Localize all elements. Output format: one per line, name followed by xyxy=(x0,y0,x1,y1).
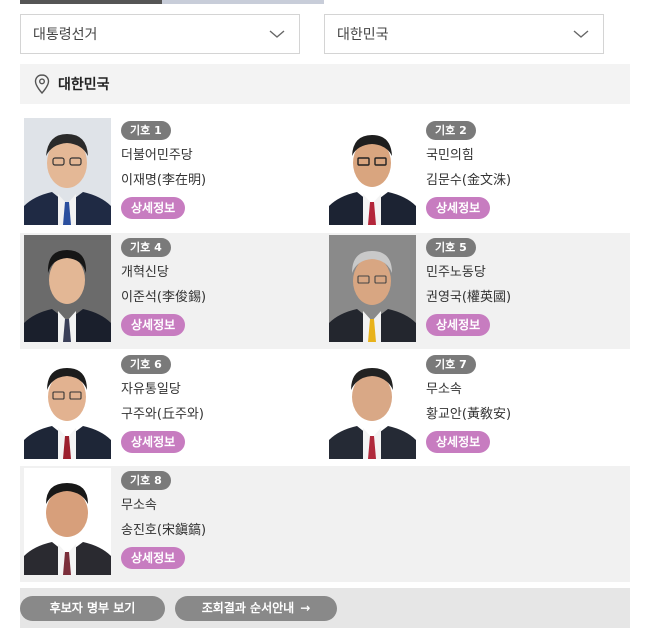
bottom-action-bar: 후보자 명부 보기 조회결과 순서안내 → xyxy=(20,588,630,628)
tab-indicator-active[interactable] xyxy=(20,0,162,4)
candidate-info: 기호 2 국민의힘 김문수(金文洙) 상세정보 xyxy=(426,119,511,219)
candidate-number-badge: 기호 5 xyxy=(426,238,476,257)
candidate-number-badge: 기호 6 xyxy=(121,355,171,374)
selected-region-label: 대한민국 xyxy=(58,77,110,93)
location-pin-icon xyxy=(34,74,50,94)
candidate-name: 송진호(宋鎭鎬) xyxy=(121,523,207,538)
candidate-photo xyxy=(24,235,111,342)
candidate-party: 자유통일당 xyxy=(121,382,181,397)
detail-info-button[interactable]: 상세정보 xyxy=(426,431,491,453)
chevron-down-icon xyxy=(269,30,285,38)
detail-info-button[interactable]: 상세정보 xyxy=(121,431,186,453)
candidate-photo xyxy=(329,235,416,342)
region-select-value: 대한민국 xyxy=(337,27,389,43)
chevron-down-icon xyxy=(573,30,589,38)
candidate-number-badge: 기호 1 xyxy=(121,121,171,140)
region-select[interactable]: 대한민국 xyxy=(324,14,604,54)
candidate-info: 기호 4 개혁신당 이준석(李俊錫) 상세정보 xyxy=(121,236,206,336)
selected-region-bar: 대한민국 xyxy=(20,64,630,104)
candidate-card: 기호 4 개혁신당 이준석(李俊錫) 상세정보 xyxy=(20,233,325,349)
candidate-number-badge: 기호 8 xyxy=(121,471,171,490)
candidate-info: 기호 5 민주노동당 권영국(權英國) 상세정보 xyxy=(426,236,511,336)
candidate-name: 김문수(金文洙) xyxy=(426,173,512,188)
candidate-info: 기호 1 더불어민주당 이재명(李在明) 상세정보 xyxy=(121,119,206,219)
detail-info-button[interactable]: 상세정보 xyxy=(426,197,491,219)
candidate-card: 기호 8 무소속 송진호(宋鎭鎬) 상세정보 xyxy=(20,466,325,582)
election-type-value: 대통령선거 xyxy=(33,27,98,43)
candidate-list-button[interactable]: 후보자 명부 보기 xyxy=(20,596,165,621)
candidate-number-badge: 기호 2 xyxy=(426,121,476,140)
detail-info-button[interactable]: 상세정보 xyxy=(426,314,491,336)
candidate-photo xyxy=(24,468,111,575)
candidate-card: 기호 1 더불어민주당 이재명(李在明) 상세정보 xyxy=(20,116,325,232)
election-type-select[interactable]: 대통령선거 xyxy=(20,14,300,54)
detail-info-button[interactable]: 상세정보 xyxy=(121,314,186,336)
candidate-party: 국민의힘 xyxy=(426,148,474,163)
candidate-info: 기호 8 무소속 송진호(宋鎭鎬) 상세정보 xyxy=(121,469,206,569)
candidate-row: 기호 1 더불어민주당 이재명(李在明) 상세정보 기호 2 국민의힘 김문수(… xyxy=(20,116,630,232)
candidate-name: 황교안(黃敎安) xyxy=(426,407,512,422)
candidate-card: 기호 6 자유통일당 구주와(丘주와) 상세정보 xyxy=(20,350,325,466)
candidate-row: 기호 6 자유통일당 구주와(丘주와) 상세정보 기호 7 무소속 황교안(黃敎… xyxy=(20,350,630,466)
candidate-info: 기호 6 자유통일당 구주와(丘주와) 상세정보 xyxy=(121,353,204,453)
detail-info-button[interactable]: 상세정보 xyxy=(121,547,186,569)
candidate-row: 기호 4 개혁신당 이준석(李俊錫) 상세정보 기호 5 민주노동당 권영국(權… xyxy=(20,233,630,349)
candidate-photo xyxy=(329,352,416,459)
candidate-party: 민주노동당 xyxy=(426,265,486,280)
tab-indicator-inactive[interactable] xyxy=(162,0,324,4)
result-order-guide-label: 조회결과 순서안내 xyxy=(201,601,295,615)
candidate-row: 기호 8 무소속 송진호(宋鎭鎬) 상세정보 xyxy=(20,466,630,582)
candidate-photo xyxy=(24,118,111,225)
candidate-party: 개혁신당 xyxy=(121,265,169,280)
candidate-photo xyxy=(329,118,416,225)
candidate-card: 기호 5 민주노동당 권영국(權英國) 상세정보 xyxy=(325,233,630,349)
arrow-right-icon: → xyxy=(300,601,311,615)
candidate-number-badge: 기호 7 xyxy=(426,355,476,374)
candidate-party: 무소속 xyxy=(426,382,462,397)
detail-info-button[interactable]: 상세정보 xyxy=(121,197,186,219)
candidate-name: 이재명(李在明) xyxy=(121,173,207,188)
candidate-photo xyxy=(24,352,111,459)
candidate-party: 무소속 xyxy=(121,498,157,513)
candidate-list-label: 후보자 명부 보기 xyxy=(49,601,136,615)
candidate-name: 구주와(丘주와) xyxy=(121,407,204,422)
candidate-name: 권영국(權英國) xyxy=(426,290,512,305)
candidate-card: 기호 7 무소속 황교안(黃敎安) 상세정보 xyxy=(325,350,630,466)
candidate-number-badge: 기호 4 xyxy=(121,238,171,257)
candidate-name: 이준석(李俊錫) xyxy=(121,290,207,305)
candidate-info: 기호 7 무소속 황교안(黃敎安) 상세정보 xyxy=(426,353,511,453)
result-order-guide-button[interactable]: 조회결과 순서안내 → xyxy=(175,596,337,621)
candidate-party: 더불어민주당 xyxy=(121,148,193,163)
candidate-card: 기호 2 국민의힘 김문수(金文洙) 상세정보 xyxy=(325,116,630,232)
top-tab-indicator xyxy=(0,0,650,4)
